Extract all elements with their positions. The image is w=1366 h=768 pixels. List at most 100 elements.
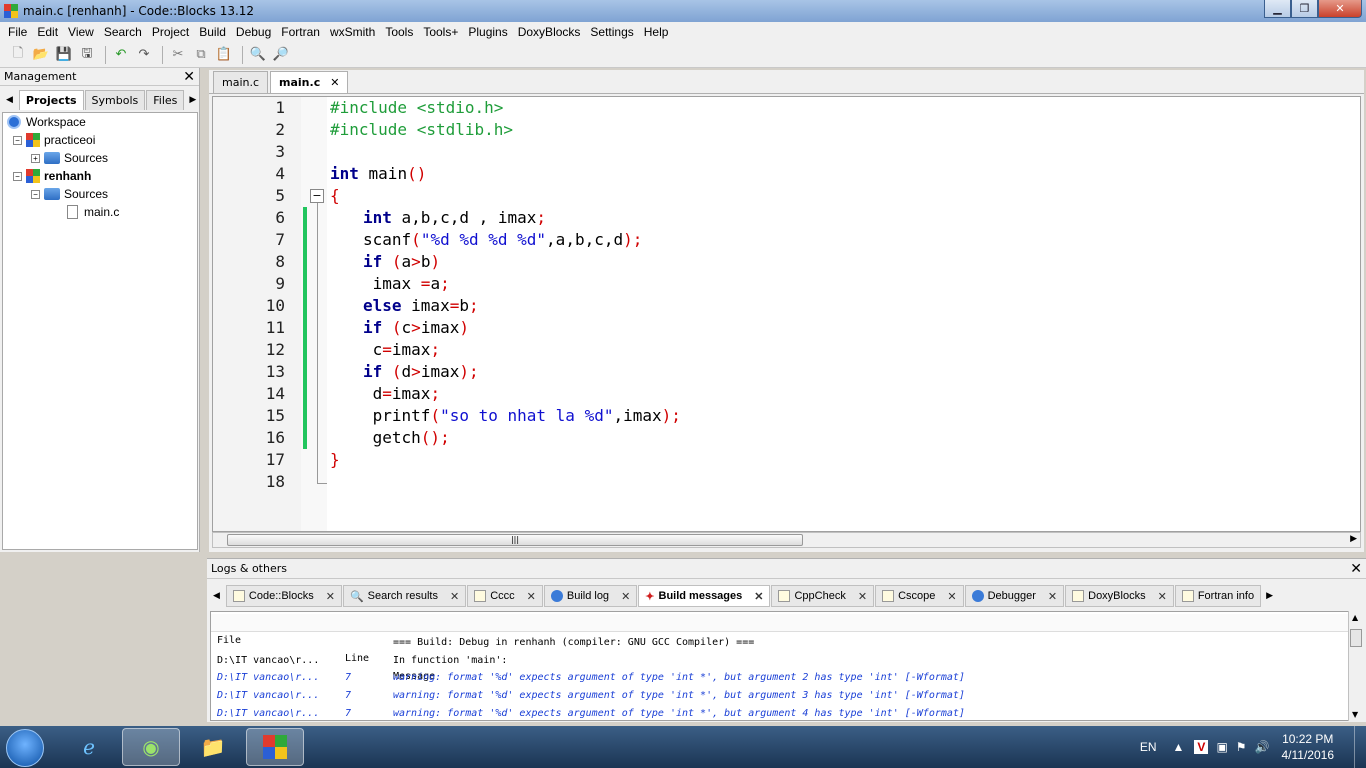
- close-tab-icon[interactable]: ✕: [621, 590, 630, 603]
- menu-tools-plus[interactable]: Tools+: [423, 25, 458, 39]
- tree-project-practiceoi[interactable]: − practiceoi: [13, 133, 95, 147]
- menu-edit[interactable]: Edit: [37, 25, 58, 39]
- new-file-icon[interactable]: 🗋: [8, 45, 28, 65]
- tab-symbols[interactable]: Symbols: [84, 90, 146, 110]
- tab-projects[interactable]: Projects: [18, 90, 84, 110]
- redo-icon[interactable]: ↷: [134, 45, 154, 65]
- undo-icon[interactable]: ↶: [111, 45, 131, 65]
- editor-tab[interactable]: main.c: [213, 71, 269, 93]
- collapse-icon[interactable]: −: [13, 135, 22, 145]
- tab-scroll-right-icon[interactable]: ▶: [1266, 591, 1273, 601]
- tab-cccc[interactable]: Cccc ✕: [467, 585, 543, 607]
- menu-settings[interactable]: Settings: [590, 25, 633, 39]
- table-row[interactable]: D:\IT vancao\r... In function 'main':: [211, 652, 1349, 670]
- menu-debug[interactable]: Debug: [236, 25, 271, 39]
- collapse-icon[interactable]: −: [13, 171, 22, 181]
- menu-build[interactable]: Build: [199, 25, 226, 39]
- menu-project[interactable]: Project: [152, 25, 189, 39]
- menu-help[interactable]: Help: [644, 25, 669, 39]
- tab-codeblocks-log[interactable]: Code::Blocks ✕: [225, 585, 342, 607]
- table-row[interactable]: D:\IT vancao\r... 7 warning: format '%d' e…: [211, 705, 1349, 720]
- table-row[interactable]: === Build: Debug in renhanh (compiler: G…: [211, 634, 1349, 652]
- codeblocks-taskbar-icon[interactable]: [246, 728, 304, 766]
- tab-scroll-left-icon[interactable]: ◀: [213, 591, 220, 601]
- management-title: Management: [4, 70, 77, 83]
- tab-scroll-right-icon[interactable]: ▶: [189, 95, 196, 105]
- language-indicator[interactable]: EN: [1140, 740, 1157, 754]
- tab-search-results[interactable]: 🔍 Search results ✕: [342, 585, 467, 607]
- volume-icon[interactable]: 🔊: [1255, 740, 1270, 754]
- replace-icon[interactable]: 🔎: [271, 45, 291, 65]
- maximize-button[interactable]: ❐: [1291, 0, 1318, 18]
- menu-search[interactable]: Search: [104, 25, 142, 39]
- save-icon[interactable]: 💾: [54, 45, 74, 65]
- close-tab-icon[interactable]: ✕: [754, 590, 763, 603]
- close-tab-icon[interactable]: ✕: [527, 590, 536, 603]
- tab-cscope[interactable]: Cscope ✕: [875, 585, 964, 607]
- tree-sources-renhanh[interactable]: − Sources: [31, 187, 108, 201]
- close-tab-icon[interactable]: ✕: [326, 590, 335, 603]
- logs-panel: Logs & others ✕ ◀ Code::Blocks ✕ 🔍 Search …: [207, 558, 1366, 722]
- scroll-down-icon[interactable]: ▼: [1352, 710, 1358, 719]
- action-center-icon[interactable]: ⚑: [1236, 740, 1247, 754]
- tree-workspace[interactable]: Workspace: [7, 115, 86, 129]
- close-tab-icon[interactable]: ✕: [450, 590, 459, 603]
- menu-wxsmith[interactable]: wxSmith: [330, 25, 375, 39]
- chrome-like-app-icon[interactable]: ◉: [122, 728, 180, 766]
- find-icon[interactable]: 🔍: [248, 45, 268, 65]
- tab-files[interactable]: Files: [146, 90, 185, 110]
- start-button[interactable]: [6, 729, 44, 767]
- network-icon[interactable]: ▣: [1216, 740, 1227, 754]
- close-tab-icon[interactable]: ✕: [947, 590, 956, 603]
- scrollbar-thumb[interactable]: [1350, 629, 1362, 647]
- tree-sources-practiceoi[interactable]: + Sources: [31, 151, 108, 165]
- code-line: 16 getch();: [265, 427, 450, 449]
- tab-build-messages[interactable]: ✦ Build messages ✕: [638, 585, 771, 607]
- close-button[interactable]: ✕: [1318, 0, 1362, 18]
- management-close-icon[interactable]: ✕: [183, 69, 195, 85]
- internet-explorer-icon[interactable]: ℯ: [60, 728, 118, 766]
- close-tab-icon[interactable]: ✕: [858, 590, 867, 603]
- table-row[interactable]: D:\IT vancao\r... 7 warning: format '%d' e…: [211, 687, 1349, 705]
- tab-build-log[interactable]: Build log ✕: [543, 585, 638, 607]
- cut-icon[interactable]: ✂: [168, 45, 188, 65]
- editor-tab-active[interactable]: main.c ✕: [270, 71, 349, 93]
- close-tab-icon[interactable]: ✕: [330, 76, 339, 89]
- antivirus-icon[interactable]: V: [1194, 740, 1209, 754]
- menu-file[interactable]: File: [8, 25, 27, 39]
- scroll-up-icon[interactable]: ▲: [1352, 613, 1358, 622]
- code-editor[interactable]: − 1 #include <stdio.h> 2 #include <stdlib.…: [212, 96, 1361, 532]
- tree-file-main-c[interactable]: main.c: [67, 205, 119, 219]
- clock[interactable]: 10:22 PM 4/11/2016: [1282, 731, 1335, 763]
- tab-scroll-left-icon[interactable]: ◀: [6, 95, 13, 105]
- tree-project-renhanh[interactable]: − renhanh: [13, 169, 91, 183]
- file-explorer-icon[interactable]: 📁: [184, 728, 242, 766]
- scrollbar-thumb[interactable]: |||: [227, 534, 803, 546]
- tab-fortran-info[interactable]: Fortran info: [1174, 585, 1262, 607]
- close-tab-icon[interactable]: ✕: [1158, 590, 1167, 603]
- logs-close-icon[interactable]: ✕: [1350, 561, 1362, 577]
- minimize-button[interactable]: ▁: [1264, 0, 1291, 18]
- copy-icon[interactable]: ⧉: [191, 45, 211, 65]
- expand-icon[interactable]: +: [31, 153, 40, 163]
- show-hidden-icons-icon[interactable]: ▲: [1173, 740, 1185, 754]
- menu-tools[interactable]: Tools: [385, 25, 413, 39]
- horizontal-scrollbar[interactable]: ||| ▶: [212, 532, 1361, 548]
- menu-fortran[interactable]: Fortran: [281, 25, 320, 39]
- table-row[interactable]: D:\IT vancao\r... 7 warning: format '%d' e…: [211, 669, 1349, 687]
- tab-debugger[interactable]: Debugger ✕: [964, 585, 1065, 607]
- menu-plugins[interactable]: Plugins: [468, 25, 507, 39]
- show-desktop-button[interactable]: [1354, 726, 1366, 768]
- menu-view[interactable]: View: [68, 25, 94, 39]
- scroll-right-icon[interactable]: ▶: [1350, 534, 1357, 544]
- collapse-icon[interactable]: −: [31, 189, 40, 199]
- vertical-scrollbar[interactable]: ▲ ▼: [1348, 611, 1364, 721]
- tab-doxyblocks[interactable]: DoxyBlocks ✕: [1065, 585, 1174, 607]
- save-all-icon[interactable]: 🖫: [77, 45, 97, 65]
- open-file-icon[interactable]: 📂: [31, 45, 51, 65]
- tab-cppcheck[interactable]: CppCheck ✕: [771, 585, 875, 607]
- paste-icon[interactable]: 📋: [214, 45, 234, 65]
- menu-doxyblocks[interactable]: DoxyBlocks: [518, 25, 581, 39]
- log-icon: [232, 590, 245, 602]
- close-tab-icon[interactable]: ✕: [1048, 590, 1057, 603]
